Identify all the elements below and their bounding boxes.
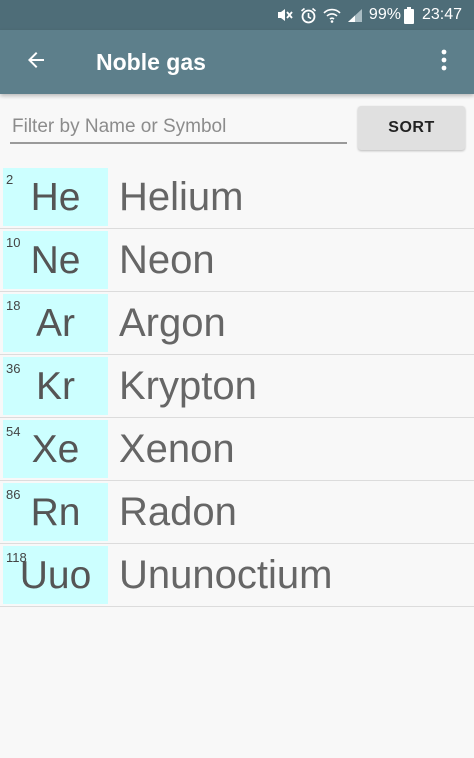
list-item[interactable]: Rn 86 Radon (0, 481, 474, 544)
filter-bar: SORT (0, 94, 474, 166)
overflow-menu-button[interactable] (428, 40, 460, 84)
list-item[interactable]: Xe 54 Xenon (0, 418, 474, 481)
element-tile: Ar 18 (3, 294, 108, 352)
element-tile: He 2 (3, 168, 108, 226)
element-name: Radon (119, 490, 237, 534)
atomic-number: 2 (6, 172, 14, 187)
alarm-icon (300, 7, 317, 24)
element-name: Argon (119, 301, 226, 345)
element-tile: Uuo 118 (3, 546, 108, 604)
filter-input[interactable] (10, 112, 347, 144)
sort-button[interactable]: SORT (358, 106, 465, 150)
element-name: Krypton (119, 364, 257, 408)
back-button[interactable] (14, 40, 58, 84)
element-name: Helium (119, 175, 244, 219)
atomic-number: 86 (6, 487, 21, 502)
element-tile: Kr 36 (3, 357, 108, 415)
atomic-number: 36 (6, 361, 21, 376)
list-item[interactable]: Uuo 118 Ununoctium (0, 544, 474, 607)
battery-percent: 99% (368, 6, 401, 23)
list-item[interactable]: He 2 Helium (0, 166, 474, 229)
battery-icon (403, 6, 414, 24)
element-symbol: He (30, 176, 81, 219)
status-bar: 99% 23:47 (0, 0, 474, 30)
page-title: Noble gas (96, 49, 206, 75)
atomic-number: 118 (6, 550, 27, 565)
arrow-left-icon (24, 48, 48, 77)
element-list: He 2 Helium Ne 10 Neon Ar 18 Argon Kr 36 Krypton Xe 5… (0, 166, 474, 607)
clock: 23:47 (421, 6, 462, 23)
atomic-number: 18 (6, 298, 21, 313)
wifi-icon (323, 8, 341, 23)
element-tile: Rn 86 (3, 483, 108, 541)
element-name: Ununoctium (119, 553, 333, 597)
element-tile: Xe 54 (3, 420, 108, 478)
list-item[interactable]: Ar 18 Argon (0, 292, 474, 355)
mute-icon (276, 7, 294, 23)
list-item[interactable]: Kr 36 Krypton (0, 355, 474, 418)
signal-icon (347, 8, 363, 23)
element-tile: Ne 10 (3, 231, 108, 289)
app-bar: Noble gas (0, 30, 474, 94)
element-name: Neon (119, 238, 215, 282)
more-vertical-icon (441, 49, 447, 76)
element-name: Xenon (119, 427, 235, 471)
atomic-number: 10 (6, 235, 21, 250)
atomic-number: 54 (6, 424, 21, 439)
list-item[interactable]: Ne 10 Neon (0, 229, 474, 292)
